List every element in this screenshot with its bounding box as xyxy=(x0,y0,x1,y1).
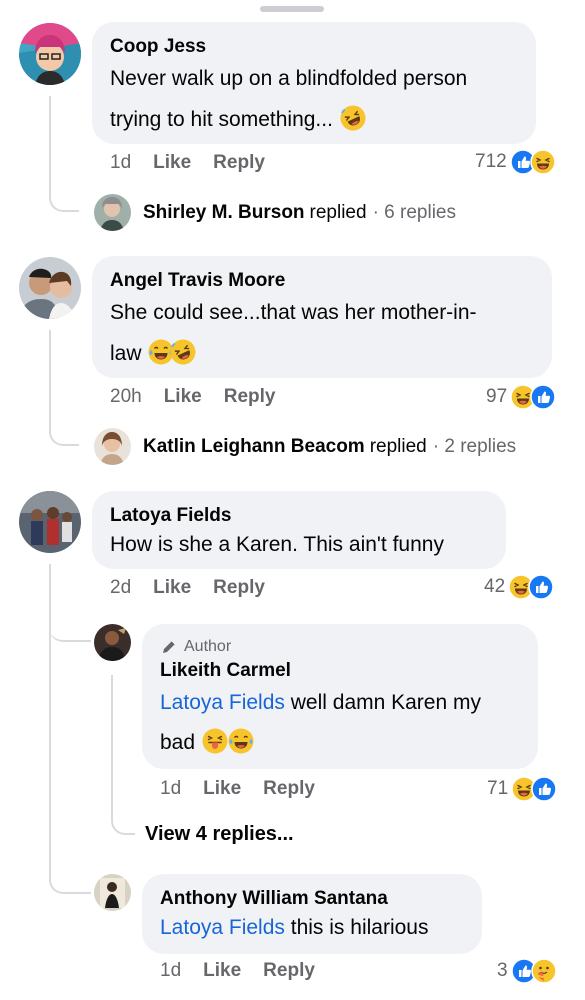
thread-connector xyxy=(111,675,135,835)
author-badge-label: Author xyxy=(184,638,232,655)
pencil-icon xyxy=(163,640,176,653)
replier-name[interactable]: Katlin Leighann Beacom xyxy=(143,436,365,458)
rolling-on-floor-laughing-emoji xyxy=(339,104,367,132)
thread-connector xyxy=(49,330,79,446)
thread-connector xyxy=(49,600,91,642)
avatar[interactable] xyxy=(19,23,81,85)
like-button[interactable]: Like xyxy=(153,577,191,599)
replied-label: replied xyxy=(309,201,367,223)
avatar[interactable] xyxy=(19,257,81,319)
reply-actions: 1d Like Reply xyxy=(160,778,337,800)
reply-button[interactable]: Reply xyxy=(224,386,276,408)
replies-preview[interactable]: Katlin Leighann Beacom replied · 2 repli… xyxy=(94,428,516,465)
avatar[interactable] xyxy=(94,624,131,661)
comment-time[interactable]: 2d xyxy=(110,577,131,599)
reply-text: Latoya Fields well damn Karen my bad xyxy=(160,686,520,760)
comment-text: Never walk up on a blindfolded person tr… xyxy=(110,62,518,136)
drag-handle[interactable] xyxy=(260,6,324,12)
reaction-count: 71 xyxy=(487,778,509,799)
reaction-count: 3 xyxy=(497,960,508,981)
comment-text: She could see...that was her mother-in- … xyxy=(110,296,534,370)
like-button[interactable]: Like xyxy=(203,778,241,800)
comment-actions: 20h Like Reply xyxy=(110,386,297,408)
reply-bubble: Anthony William Santana Latoya Fields th… xyxy=(142,874,482,954)
reaction-summary[interactable]: 42 xyxy=(484,574,554,600)
reply-button[interactable]: Reply xyxy=(213,577,265,599)
author-badge: Author xyxy=(160,636,520,658)
comment-text-line: She could see...that was her mother-in- xyxy=(110,301,477,324)
thumbs-up-reaction-icon xyxy=(528,574,554,600)
comment-author[interactable]: Latoya Fields xyxy=(110,503,488,529)
reaction-count: 42 xyxy=(484,576,506,597)
view-replies-link[interactable]: View 4 replies... xyxy=(145,823,294,846)
reply-text: Latoya Fields this is hilarious xyxy=(160,912,464,944)
reaction-summary[interactable]: 3 xyxy=(497,958,557,984)
avatar[interactable] xyxy=(19,491,81,553)
like-button[interactable]: Like xyxy=(164,386,202,408)
laughing-reaction-icon xyxy=(530,149,556,175)
reaction-count: 97 xyxy=(486,386,508,407)
reply-time[interactable]: 1d xyxy=(160,778,181,800)
reaction-count: 712 xyxy=(475,151,507,172)
replies-count: · 6 replies xyxy=(372,201,456,223)
reply-text-line: well damn Karen my xyxy=(290,691,481,714)
like-button[interactable]: Like xyxy=(153,152,191,174)
thread-connector xyxy=(49,96,79,212)
reply-button[interactable]: Reply xyxy=(213,152,265,174)
reply-author[interactable]: Anthony William Santana xyxy=(160,886,464,912)
reply-bubble: Author Likeith Carmel Latoya Fields well… xyxy=(142,624,538,769)
comment-author[interactable]: Angel Travis Moore xyxy=(110,268,534,294)
comment-time[interactable]: 1d xyxy=(110,152,131,174)
tears-of-joy-emoji xyxy=(227,727,255,755)
reply-actions: 1d Like Reply xyxy=(160,960,337,982)
comment-text-line: law xyxy=(110,342,142,365)
avatar xyxy=(94,428,131,465)
thumbs-up-reaction-icon xyxy=(530,384,556,410)
comment-bubble: Coop Jess Never walk up on a blindfolded… xyxy=(92,22,536,144)
comment-author[interactable]: Coop Jess xyxy=(110,34,518,60)
comment-bubble: Angel Travis Moore She could see...that … xyxy=(92,256,552,378)
reply-text-line: bad xyxy=(160,731,196,754)
avatar[interactable] xyxy=(94,874,131,911)
comment-actions: 1d Like Reply xyxy=(110,152,287,174)
reply-text-line: this is hilarious xyxy=(290,916,429,939)
replies-count: · 2 replies xyxy=(432,435,517,457)
replies-preview[interactable]: Shirley M. Burson replied · 6 replies xyxy=(94,194,456,231)
comment-time[interactable]: 20h xyxy=(110,386,142,408)
replied-label: replied xyxy=(369,435,427,457)
rolling-on-floor-laughing-emoji xyxy=(169,338,197,366)
winking-tongue-emoji xyxy=(201,727,229,755)
reply-button[interactable]: Reply xyxy=(263,960,315,982)
reaction-summary[interactable]: 712 xyxy=(475,149,556,175)
replier-name[interactable]: Shirley M. Burson xyxy=(143,202,305,224)
comment-bubble: Latoya Fields How is she a Karen. This a… xyxy=(92,491,506,569)
avatar xyxy=(94,194,131,231)
care-reaction-icon xyxy=(531,958,557,984)
mention-link[interactable]: Latoya Fields xyxy=(160,916,285,939)
reaction-summary[interactable]: 71 xyxy=(487,776,557,802)
thumbs-up-reaction-icon xyxy=(531,776,557,802)
comment-text-line: trying to hit something... xyxy=(110,108,333,131)
comment-actions: 2d Like Reply xyxy=(110,577,287,599)
thread-connector xyxy=(49,860,91,894)
reply-time[interactable]: 1d xyxy=(160,960,181,982)
comment-text-line: Never walk up on a blindfolded person xyxy=(110,67,468,90)
reply-author[interactable]: Likeith Carmel xyxy=(160,658,520,684)
like-button[interactable]: Like xyxy=(203,960,241,982)
reaction-summary[interactable]: 97 xyxy=(486,384,556,410)
mention-link[interactable]: Latoya Fields xyxy=(160,691,285,714)
reply-button[interactable]: Reply xyxy=(263,778,315,800)
comment-text: How is she a Karen. This ain't funny xyxy=(110,533,444,556)
